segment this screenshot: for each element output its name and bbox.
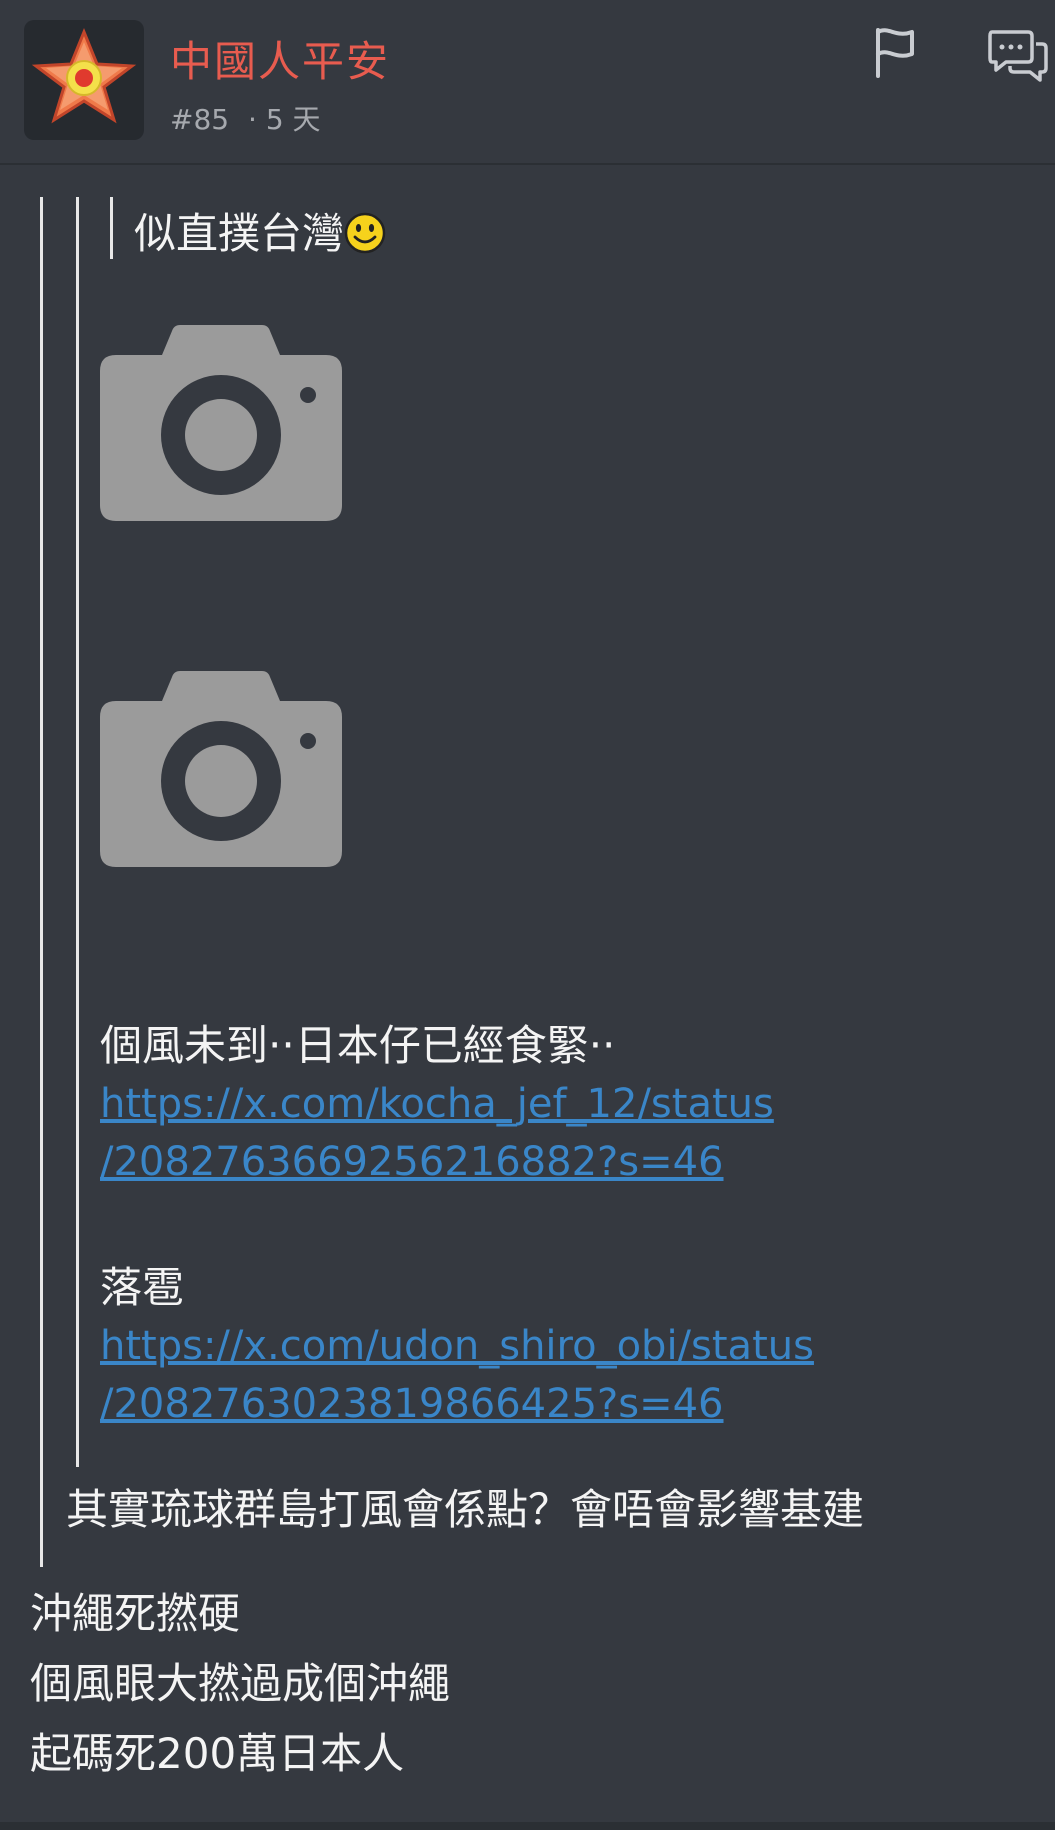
post-time: 5 天 (265, 103, 321, 136)
reply-line-1: 沖繩死撚硬 (30, 1589, 241, 1638)
camera-icon (100, 325, 342, 521)
reply-button[interactable] (988, 26, 1048, 86)
quote-bar-level3 (110, 197, 113, 259)
post-meta: #85 · 5 天 (170, 98, 321, 138)
quote-level3-text: 似直撲台灣 (134, 205, 386, 263)
link1-line1[interactable]: https://x.com/kocha_jef_12/status (100, 1075, 774, 1133)
quote-level1-text: 其實琉球群島打風會係點？會唔會影響基建 (66, 1485, 865, 1534)
quote-bar-level2 (76, 197, 79, 1467)
link2-line1[interactable]: https://x.com/udon_shiro_obi/status (100, 1317, 814, 1375)
image-placeholder-2[interactable] (100, 671, 342, 867)
quote-bar-level1 (40, 197, 43, 1567)
link2-line2[interactable]: /2082763023819866425?s=46 (100, 1375, 724, 1433)
username[interactable]: 中國人平安 (170, 28, 390, 89)
link1-line2[interactable]: /2082763669256216882?s=46 (100, 1133, 724, 1191)
starfish-avatar-icon (31, 28, 137, 124)
post-header: 中國人平安 #85 · 5 天 (0, 0, 1055, 165)
report-button[interactable] (872, 26, 932, 86)
post-number[interactable]: #85 (170, 103, 229, 136)
reply-line-2: 個風眼大撚過成個沖繩 (30, 1659, 451, 1708)
camera-icon (100, 671, 342, 867)
quote-level2-caption2: 落雹 (100, 1263, 185, 1312)
meta-separator: · (248, 103, 257, 136)
reply-line-3: 起碼死200萬日本人 (30, 1729, 405, 1778)
quote-level2-caption1: 個風未到‧‧日本仔已經食緊‧‧ (100, 1021, 616, 1070)
image-placeholder-1[interactable] (100, 325, 342, 521)
post-divider (0, 1822, 1055, 1830)
user-avatar[interactable] (24, 20, 144, 140)
smiley-emoji-icon (344, 212, 386, 254)
quote-level3-content: 似直撲台灣 (134, 209, 345, 258)
speech-bubbles-icon (988, 30, 1048, 82)
flag-icon (876, 28, 914, 78)
